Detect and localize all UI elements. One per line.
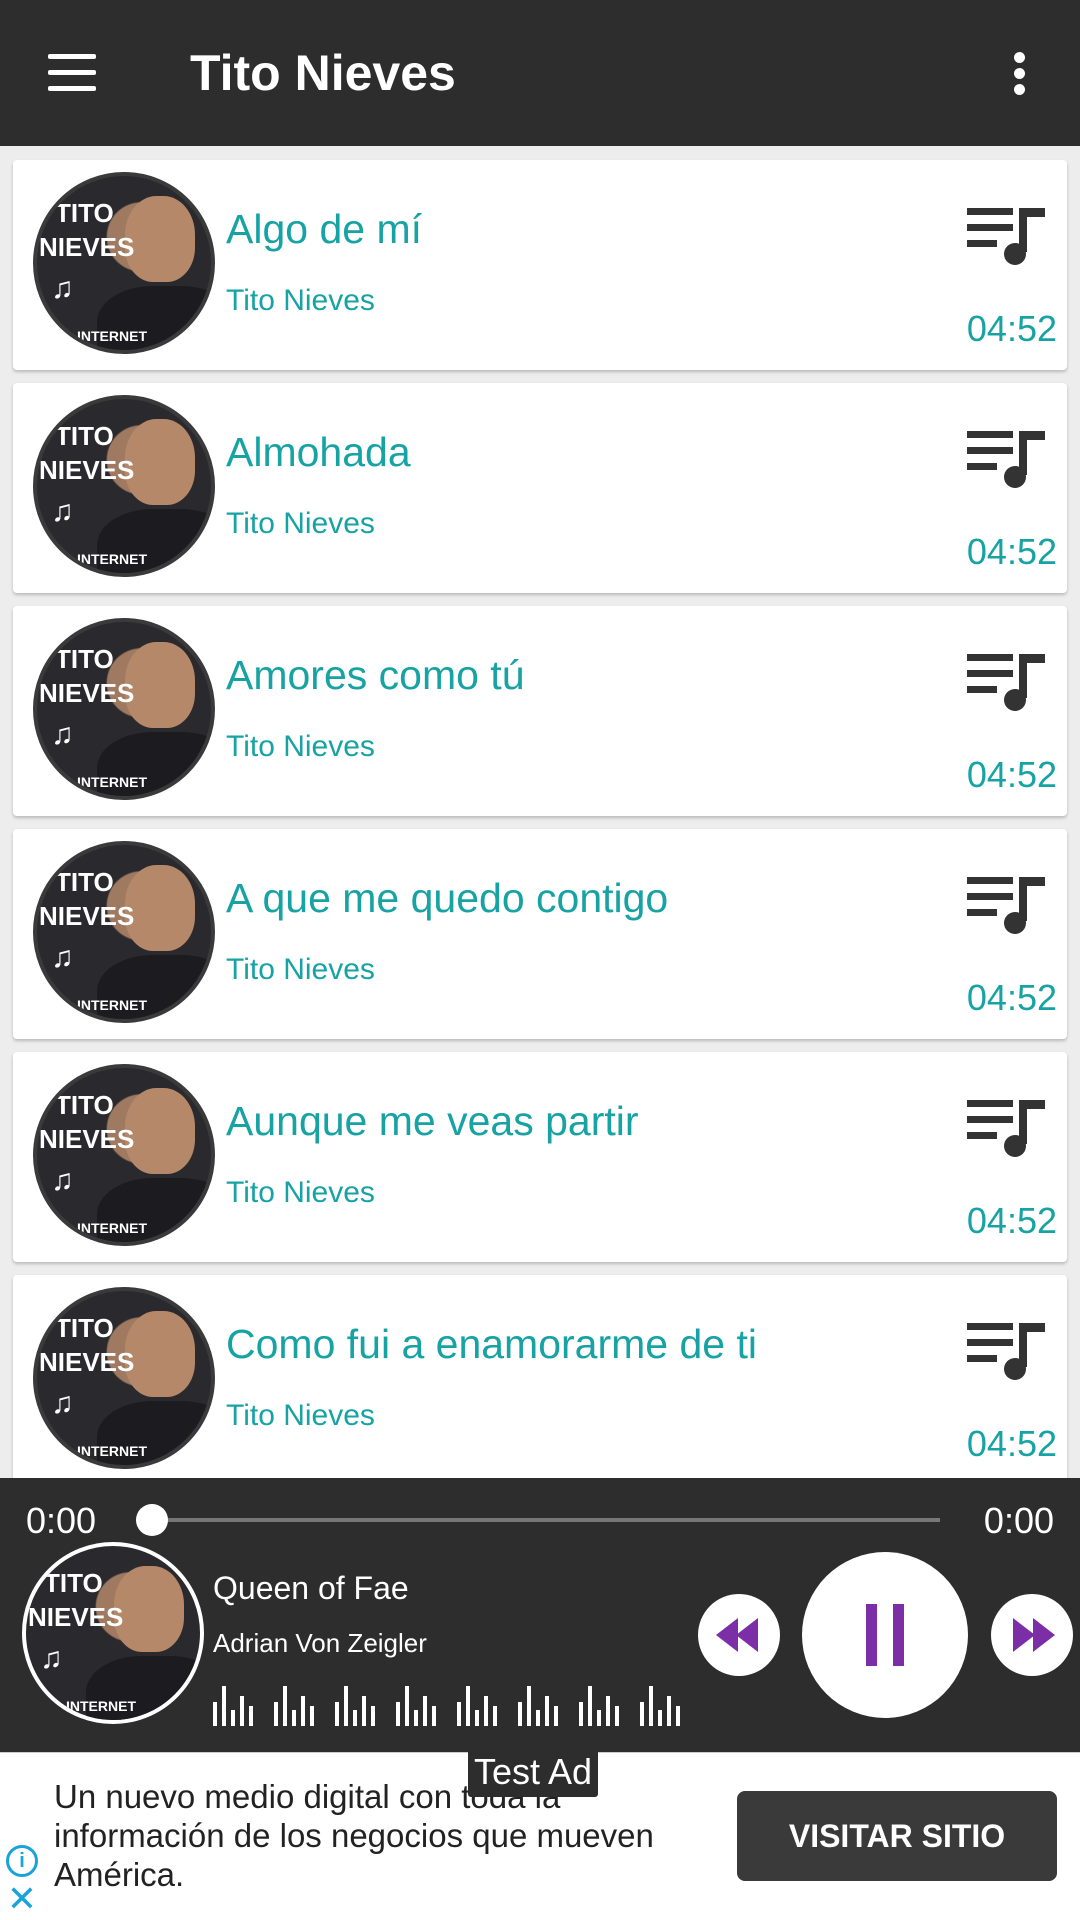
album-art: TITO NIEVES ♫ INTERNET [33,395,215,577]
test-ad-label: Test Ad [468,1747,599,1797]
seek-thumb[interactable] [136,1504,168,1536]
queue-music-icon[interactable] [967,1094,1047,1158]
equalizer-icon [213,1686,680,1726]
song-item[interactable]: TITO NIEVES ♫ INTERNET Como fui a enamorar… [13,1275,1067,1478]
song-duration: 04:52 [966,977,1057,1018]
song-list[interactable]: TITO NIEVES ♫ INTERNET Algo de mí Tito Nie… [0,146,1080,1478]
album-art: TITO NIEVES ♫ INTERNET [33,172,215,354]
current-time: 0:00 [26,1500,97,1541]
now-playing-album-art: TITO NIEVES ♫ INTERNET [22,1542,204,1724]
album-art: TITO NIEVES ♫ INTERNET [33,1287,215,1469]
pause-icon [866,1604,904,1666]
song-artist: Tito Nieves [226,507,375,540]
song-artist: Tito Nieves [226,284,375,317]
song-duration: 04:52 [966,1200,1057,1241]
song-title: A que me quedo contigo [226,875,669,921]
album-art: TITO NIEVES ♫ INTERNET [33,618,215,800]
now-playing-title: Queen of Fae [213,1570,409,1606]
total-time: 0:00 [983,1500,1054,1541]
song-duration: 04:52 [966,308,1057,349]
ad-close-icon[interactable]: ✕ [6,1881,38,1917]
queue-music-icon[interactable] [967,202,1047,266]
visit-site-button[interactable]: VISITAR SITIO [737,1791,1057,1881]
song-title: Almohada [226,429,411,475]
song-item[interactable]: TITO NIEVES ♫ INTERNET Almohada Tito Nieve… [13,383,1067,593]
seek-bar[interactable] [136,1498,940,1542]
song-duration: 04:52 [966,754,1057,795]
song-artist: Tito Nieves [226,953,375,986]
song-item[interactable]: TITO NIEVES ♫ INTERNET Amores como tú Tito… [13,606,1067,816]
song-item[interactable]: TITO NIEVES ♫ INTERNET Algo de mí Tito Nie… [13,160,1067,370]
more-vertical-icon[interactable] [1000,48,1040,100]
fast-forward-icon [1013,1618,1055,1652]
now-playing-artist: Adrian Von Zeigler [213,1628,427,1658]
song-duration: 04:52 [966,1423,1057,1464]
song-title: Aunque me veas partir [226,1098,639,1144]
album-art: TITO NIEVES ♫ INTERNET [33,841,215,1023]
ad-info-icon[interactable]: i [6,1845,38,1877]
queue-music-icon[interactable] [967,648,1047,712]
pause-button[interactable] [802,1552,968,1718]
page-title: Tito Nieves [190,45,456,101]
song-title: Algo de mí [226,206,422,252]
queue-music-icon[interactable] [967,1317,1047,1381]
previous-button[interactable] [698,1594,780,1676]
song-duration: 04:52 [966,531,1057,572]
queue-music-icon[interactable] [967,871,1047,935]
next-button[interactable] [991,1594,1073,1676]
ad-banner[interactable]: Test Ad Un nuevo medio digital con toda … [0,1747,1080,1920]
song-artist: Tito Nieves [226,1176,375,1209]
song-item[interactable]: TITO NIEVES ♫ INTERNET Aunque me veas part… [13,1052,1067,1262]
app-bar: Tito Nieves [0,0,1080,146]
hamburger-menu-icon[interactable] [44,48,100,98]
mini-player: 0:00 0:00 TITO NIEVES ♫ INTERNET Queen of … [0,1478,1080,1752]
rewind-icon [716,1618,758,1652]
album-art: TITO NIEVES ♫ INTERNET [33,1064,215,1246]
song-artist: Tito Nieves [226,730,375,763]
queue-music-icon[interactable] [967,425,1047,489]
song-item[interactable]: TITO NIEVES ♫ INTERNET A que me quedo cont… [13,829,1067,1039]
song-title: Amores como tú [226,652,525,698]
song-artist: Tito Nieves [226,1399,375,1432]
song-title: Como fui a enamorarme de ti [226,1321,757,1367]
